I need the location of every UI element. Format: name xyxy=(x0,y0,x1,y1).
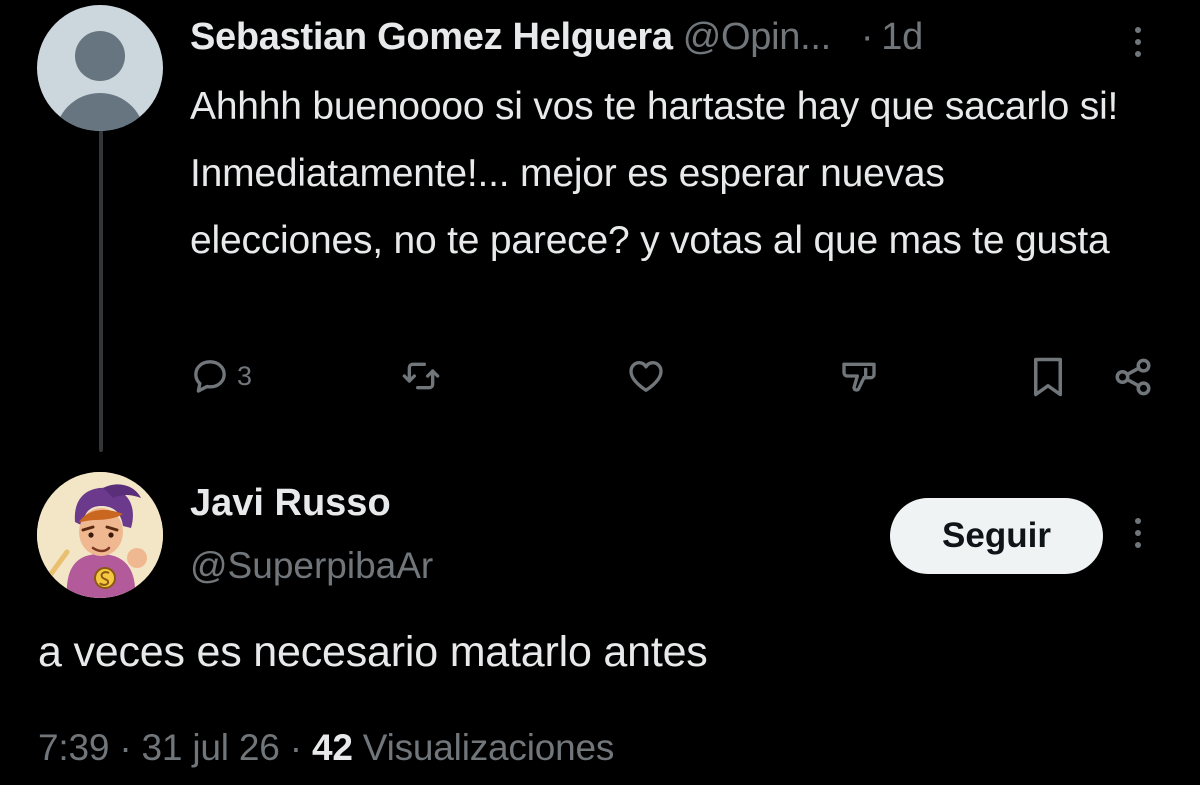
main-author-name[interactable]: Javi Russo xyxy=(190,482,391,525)
retweet-icon xyxy=(400,356,442,396)
thread-line xyxy=(99,130,103,452)
views-count[interactable]: 42 xyxy=(312,727,353,768)
avatar-shoulders-shape xyxy=(55,93,145,131)
reply-button[interactable]: 3 xyxy=(190,356,252,396)
reply-separator: · xyxy=(860,15,874,58)
like-icon xyxy=(625,356,667,396)
main-author-avatar[interactable] xyxy=(37,472,163,598)
bookmark-icon xyxy=(1030,356,1066,398)
post-date[interactable]: 31 jul 26 xyxy=(142,727,280,768)
reply-icon xyxy=(190,356,230,396)
follow-button[interactable]: Seguir xyxy=(890,498,1103,574)
stats-icon xyxy=(838,356,880,396)
main-post-text: a veces es necesario matarlo antes xyxy=(38,628,708,676)
stats-button[interactable] xyxy=(838,356,880,396)
reply-author-name[interactable]: Sebastian Gomez Helguera xyxy=(190,16,673,59)
like-button[interactable] xyxy=(625,356,667,396)
reply-text: Ahhhh buenoooo si vos te hartaste hay qu… xyxy=(190,85,1119,262)
bookmark-button[interactable] xyxy=(1030,356,1066,398)
main-more-icon[interactable] xyxy=(1133,518,1143,548)
reply-count: 3 xyxy=(237,360,253,391)
reply-more-icon[interactable] xyxy=(1133,27,1143,57)
reply-author-handle[interactable]: @Opin... xyxy=(683,16,831,59)
reply-header: Sebastian Gomez Helguera @Opin... · 1d xyxy=(190,10,923,64)
meta-separator: · xyxy=(289,727,302,768)
share-button[interactable] xyxy=(1112,356,1154,398)
post-meta: 7:39 · 31 jul 26 · 42 Visualizaciones xyxy=(38,727,614,769)
cartoon-avatar-icon xyxy=(37,472,163,598)
meta-separator: · xyxy=(119,727,132,768)
avatar-head-shape xyxy=(75,31,125,81)
reply-time[interactable]: 1d xyxy=(881,16,923,59)
reply-author-avatar[interactable] xyxy=(37,5,163,131)
main-author-handle[interactable]: @SuperpibaAr xyxy=(190,545,433,587)
post-time[interactable]: 7:39 xyxy=(38,727,109,768)
share-icon xyxy=(1112,356,1154,398)
retweet-button[interactable] xyxy=(400,356,442,396)
views-label[interactable]: Visualizaciones xyxy=(363,727,615,768)
